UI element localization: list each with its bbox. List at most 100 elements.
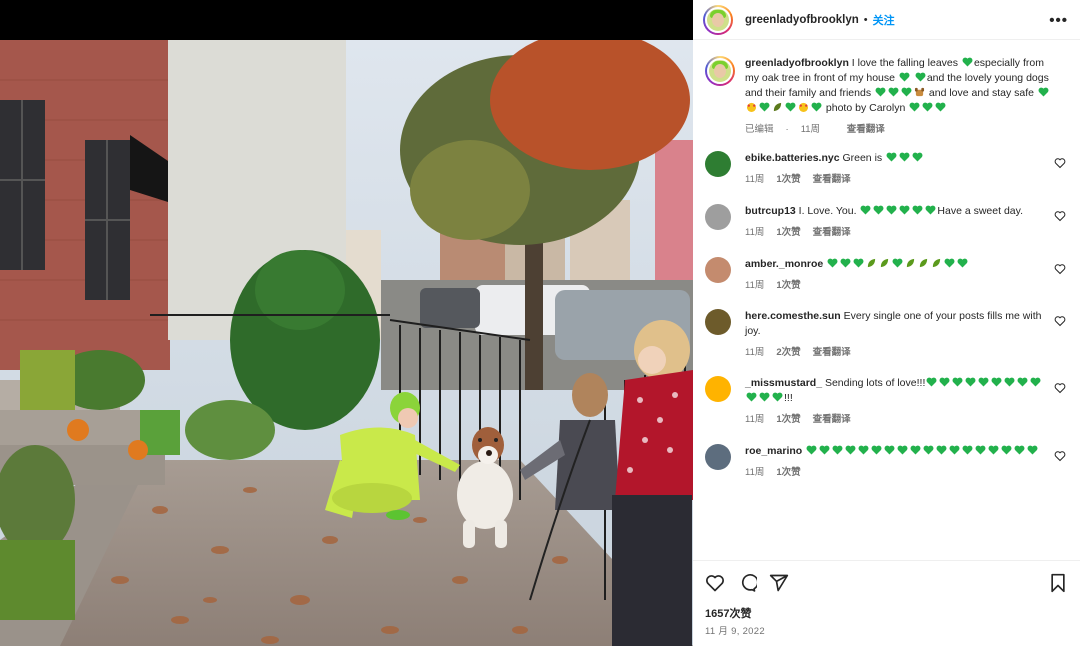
post-photo[interactable] — [0, 40, 693, 646]
green-heart-icon — [897, 445, 908, 455]
author-avatar[interactable] — [703, 4, 733, 35]
like-comment-heart-icon[interactable] — [1054, 382, 1066, 394]
comment-username[interactable]: butrcup13 — [745, 205, 796, 217]
like-count[interactable]: 1657次赞 — [705, 605, 751, 621]
heart-icon[interactable] — [705, 573, 725, 593]
post-header: greenladyofbrooklyn • 关注 ••• — [693, 0, 1080, 40]
comment-body: butrcup13 I. Love. You. Have a sweet day… — [745, 204, 1055, 240]
comment-text — [802, 445, 805, 457]
green-heart-icon — [899, 72, 910, 82]
post-actions: 1657次赞 11 月 9, 2022 — [693, 560, 1080, 646]
comment-translate-link[interactable]: 查看翻译 — [813, 414, 851, 425]
smiling-face-hearts-icon — [798, 102, 809, 112]
caption-edited: 已编辑 · 11周 — [745, 124, 821, 135]
green-heart-icon — [819, 445, 830, 455]
comment-likes[interactable]: 1次赞 — [776, 467, 800, 478]
comment-likes[interactable]: 1次赞 — [776, 280, 800, 291]
green-heart-icon — [923, 445, 934, 455]
comment-avatar[interactable] — [705, 376, 731, 402]
green-heart-icon — [845, 445, 856, 455]
green-heart-icon — [988, 445, 999, 455]
comment-likes[interactable]: 1次赞 — [776, 414, 800, 425]
post-media[interactable] — [0, 0, 693, 646]
comment-avatar[interactable] — [705, 257, 731, 283]
green-heart-icon — [1030, 377, 1041, 387]
caption-translate-link[interactable]: 查看翻译 — [847, 124, 885, 135]
green-heart-icon — [875, 87, 886, 97]
post-side-panel: greenladyofbrooklyn • 关注 ••• greenladyof… — [693, 0, 1080, 646]
green-heart-icon — [912, 152, 923, 162]
share-icon[interactable] — [769, 573, 789, 593]
follow-button[interactable]: 关注 — [873, 12, 895, 28]
green-heart-icon — [939, 377, 950, 387]
green-heart-icon — [912, 205, 923, 215]
green-heart-icon — [936, 445, 947, 455]
green-heart-icon — [957, 258, 968, 268]
comment-avatar[interactable] — [705, 151, 731, 177]
leaf-icon — [906, 258, 915, 268]
green-heart-icon — [962, 57, 973, 67]
caption-text-4: and love and stay safe — [925, 87, 1037, 99]
like-comment-heart-icon[interactable] — [1054, 450, 1066, 462]
comment-username[interactable]: ebike.batteries.nyc — [745, 152, 840, 164]
comment-avatar[interactable] — [705, 444, 731, 470]
like-comment-heart-icon[interactable] — [1054, 315, 1066, 327]
green-heart-icon — [975, 445, 986, 455]
bookmark-icon[interactable] — [1048, 573, 1068, 593]
author-username[interactable]: greenladyofbrooklyn — [745, 14, 859, 26]
like-comment-heart-icon[interactable] — [1054, 157, 1066, 169]
green-heart-icon — [886, 152, 897, 162]
green-heart-icon — [884, 445, 895, 455]
like-comment-heart-icon[interactable] — [1054, 263, 1066, 275]
comment-likes[interactable]: 2次赞 — [776, 347, 800, 358]
comment-text: I. Love. You. — [795, 205, 860, 217]
green-heart-icon — [899, 152, 910, 162]
comment-username[interactable]: here.comesthe.sun — [745, 310, 841, 322]
comment-username[interactable]: _missmustard_ — [745, 377, 822, 389]
green-heart-icon — [759, 392, 770, 402]
comment-body: here.comesthe.sun Every single one of yo… — [745, 309, 1055, 360]
comment-username[interactable]: roe_marino — [745, 445, 802, 457]
caption-avatar[interactable] — [705, 56, 735, 86]
comment-time: 11周 — [745, 414, 765, 425]
green-heart-icon — [746, 392, 757, 402]
comment-likes[interactable]: 1次赞 — [776, 227, 800, 238]
comment-time: 11周 — [745, 227, 765, 238]
comment-time: 11周 — [745, 280, 765, 291]
green-heart-icon — [901, 87, 912, 97]
comment-body: amber._monroe 11周 1次赞 — [745, 257, 1055, 293]
green-heart-icon — [965, 377, 976, 387]
green-heart-icon — [1004, 377, 1015, 387]
like-comment-heart-icon[interactable] — [1054, 210, 1066, 222]
comment-text — [823, 258, 826, 270]
comment-meta: 11周 1次赞 查看翻译 — [745, 225, 1055, 240]
dog-emoji-icon — [914, 87, 925, 97]
green-heart-icon — [888, 87, 899, 97]
comment-body: _missmustard_ Sending lots of love!!!!!!… — [745, 376, 1055, 427]
green-heart-icon — [832, 445, 843, 455]
comment-translate-link[interactable]: 查看翻译 — [813, 174, 851, 185]
green-heart-icon — [899, 205, 910, 215]
caption-text-1: I love the falling leaves — [848, 57, 961, 69]
green-heart-icon — [910, 445, 921, 455]
green-heart-icon — [922, 102, 933, 112]
comment-translate-link[interactable]: 查看翻译 — [813, 347, 851, 358]
header-separator: • — [863, 13, 868, 26]
comment-meta: 11周 1次赞 — [745, 465, 1055, 480]
more-options-icon[interactable]: ••• — [1049, 12, 1068, 29]
green-heart-icon — [962, 445, 973, 455]
caption-username[interactable]: greenladyofbrooklyn — [745, 57, 849, 69]
comment-likes[interactable]: 1次赞 — [776, 174, 800, 185]
green-heart-icon — [925, 205, 936, 215]
comment-avatar[interactable] — [705, 204, 731, 230]
post-date: 11 月 9, 2022 — [705, 626, 765, 637]
comment-text: Sending lots of love!!! — [822, 377, 926, 389]
comments-list[interactable]: greenladyofbrooklyn I love the falling l… — [693, 41, 1080, 559]
comment-icon[interactable] — [737, 573, 757, 593]
comment-avatar[interactable] — [705, 309, 731, 335]
green-heart-icon — [1027, 445, 1038, 455]
green-heart-icon — [772, 392, 783, 402]
green-heart-icon — [915, 72, 926, 82]
comment-username[interactable]: amber._monroe — [745, 258, 823, 270]
comment-translate-link[interactable]: 查看翻译 — [813, 227, 851, 238]
